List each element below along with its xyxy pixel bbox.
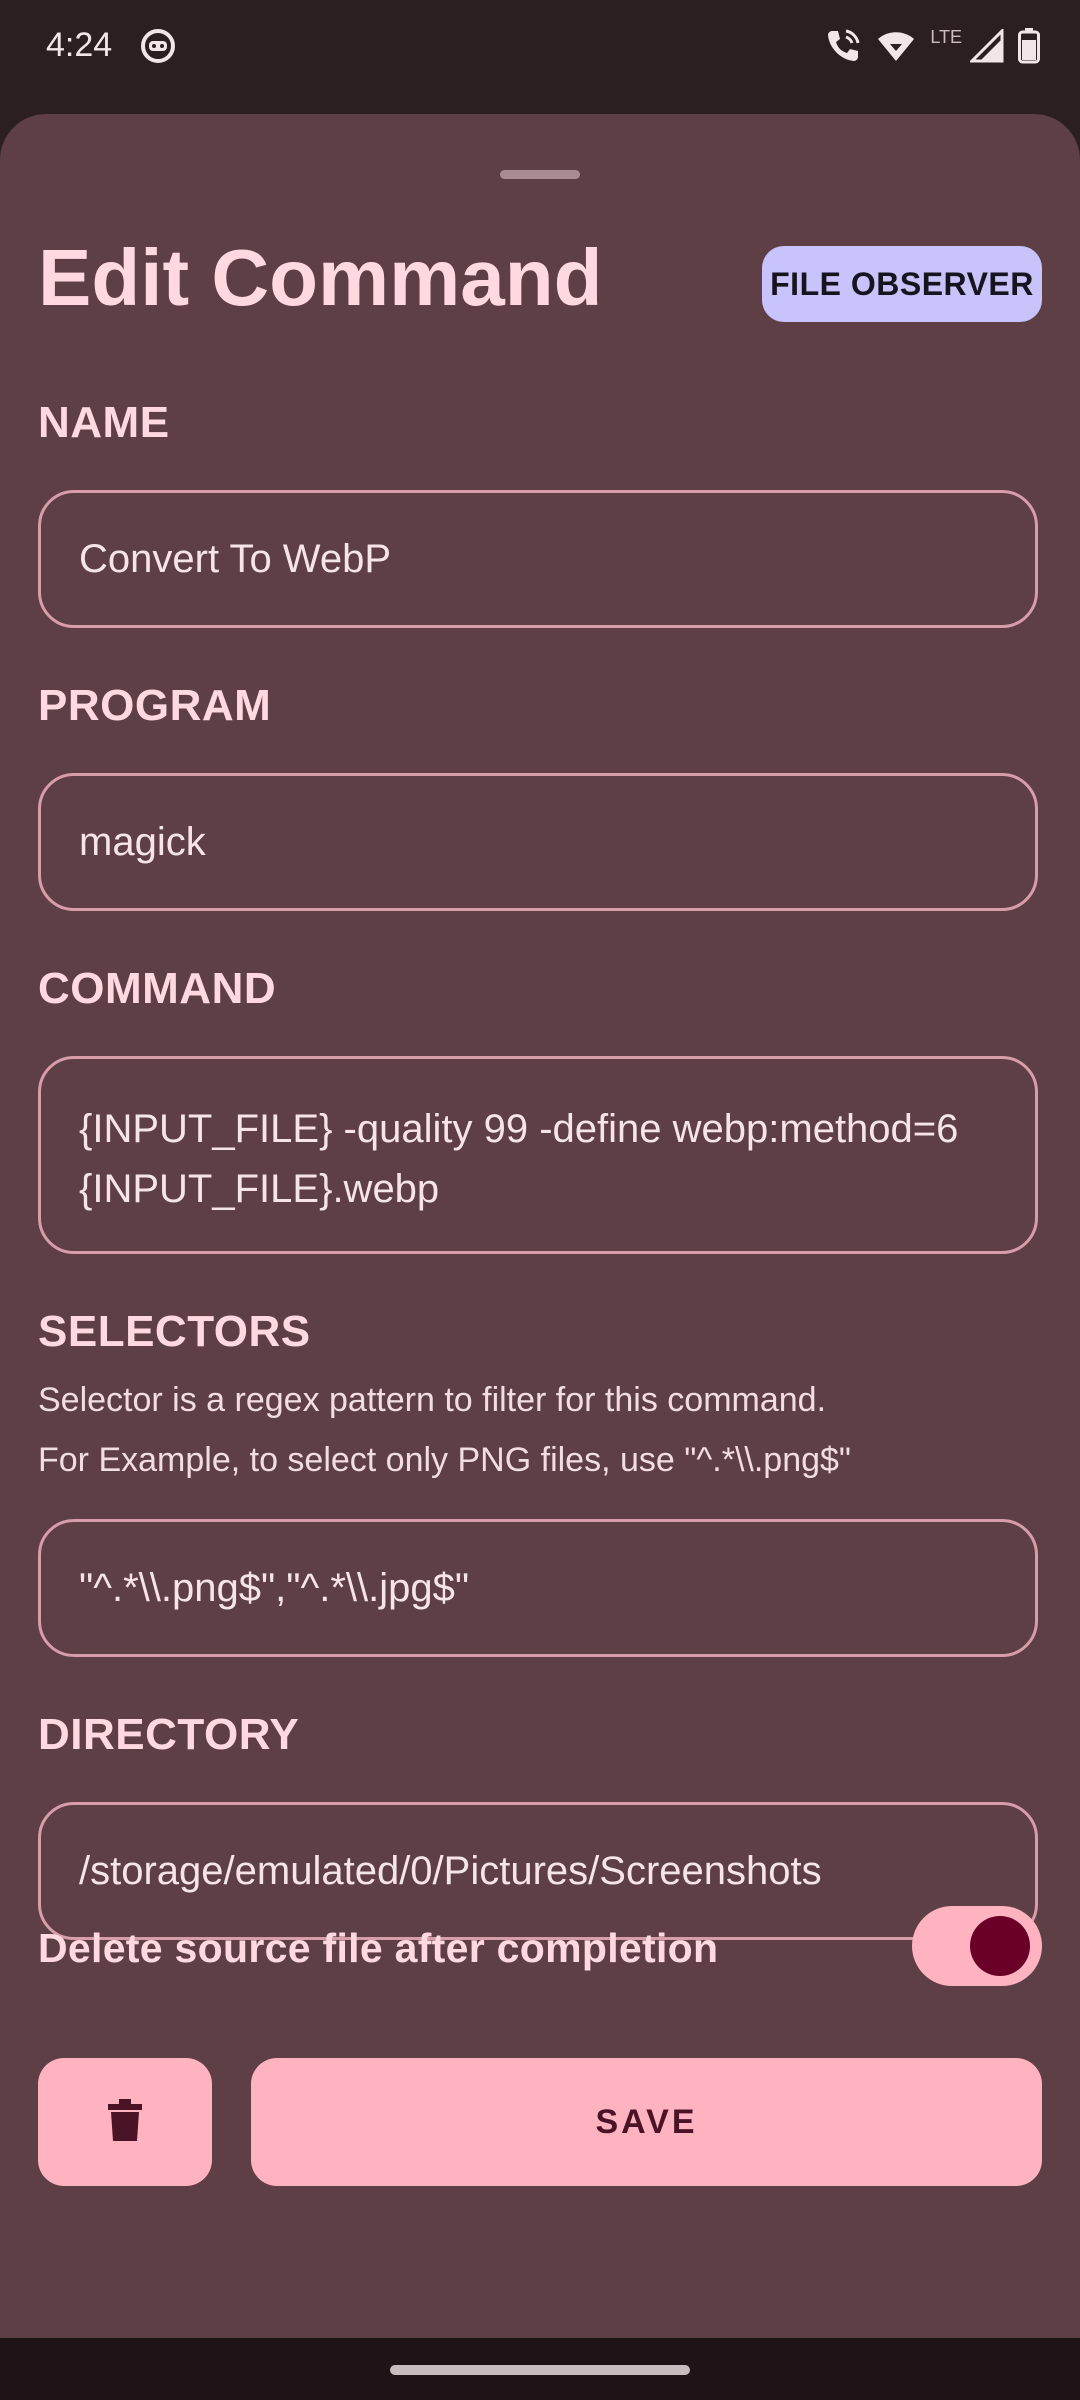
app-notification-icon [140,28,176,64]
selectors-field[interactable]: "^.*\\.png$","^.*\\.jpg$" [38,1519,1038,1657]
trash-icon [108,2098,142,2146]
status-bar: 4:24 LTE [0,0,1080,92]
edit-command-sheet: Edit Command FILE OBSERVER NAME Convert … [0,114,1080,2338]
program-label: PROGRAM [38,681,272,730]
directory-field[interactable]: /storage/emulated/0/Pictures/Screenshots [38,1802,1038,1940]
directory-value: /storage/emulated/0/Pictures/Screenshots [79,1848,822,1893]
command-label: COMMAND [38,964,277,1013]
cellular-signal-icon [970,29,1004,63]
program-field[interactable]: magick [38,773,1038,911]
name-value: Convert To WebP [79,536,392,581]
network-type: LTE [930,26,962,47]
wifi-calling-icon [824,27,862,65]
status-time: 4:24 [46,26,113,64]
page-title: Edit Command [38,233,603,322]
command-type-chip[interactable]: FILE OBSERVER [762,246,1042,322]
directory-label: DIRECTORY [38,1710,300,1759]
name-field[interactable]: Convert To WebP [38,490,1038,628]
selectors-label: SELECTORS [38,1307,311,1356]
delete-button[interactable] [38,2058,212,2186]
toggle-thumb [970,1916,1030,1976]
program-value: magick [79,819,206,864]
battery-icon [1018,28,1040,64]
wifi-icon [876,29,916,63]
home-indicator[interactable] [390,2365,690,2375]
drag-handle[interactable] [500,170,580,179]
command-field[interactable]: {INPUT_FILE} -quality 99 -define webp:me… [38,1056,1038,1254]
selectors-helper-text: Selector is a regex pattern to filter fo… [38,1381,827,1419]
selectors-example-text: For Example, to select only PNG files, u… [38,1441,851,1479]
save-button[interactable]: SAVE [251,2058,1042,2186]
delete-source-label: Delete source file after completion [38,1925,719,1971]
delete-source-toggle[interactable] [912,1906,1042,1986]
command-value: {INPUT_FILE} -quality 99 -define webp:me… [79,1107,959,1211]
selectors-value: "^.*\\.png$","^.*\\.jpg$" [79,1565,470,1610]
name-label: NAME [38,398,170,447]
